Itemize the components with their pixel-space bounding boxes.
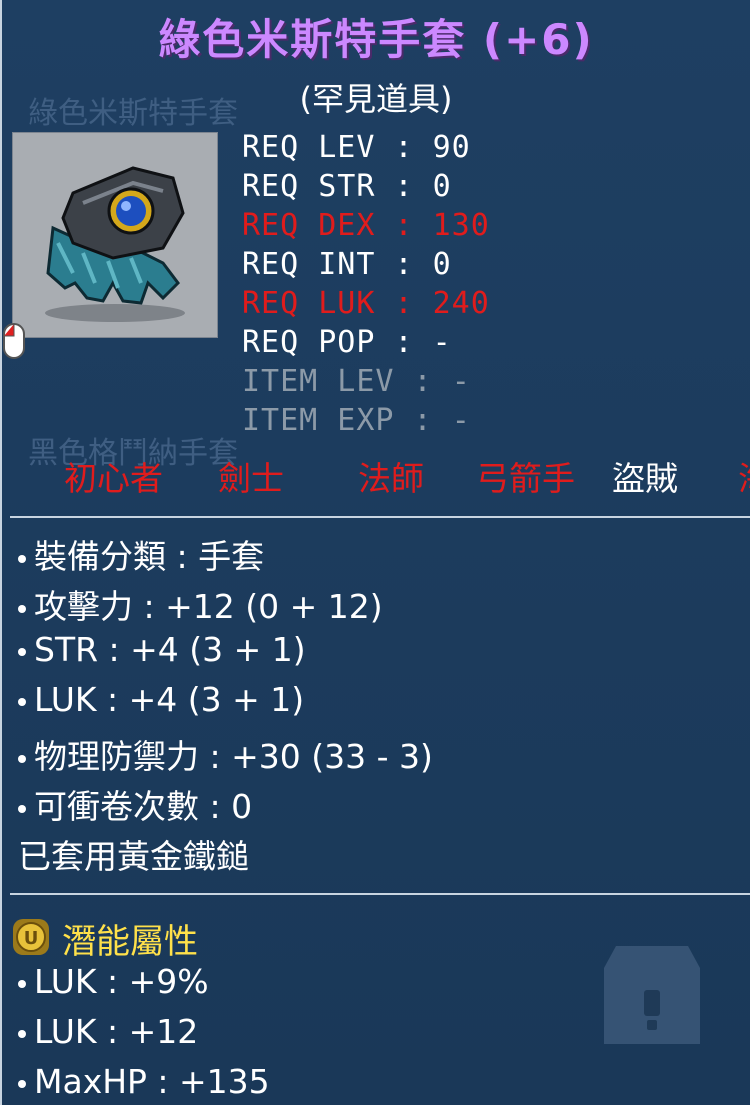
req-dex: REQ DEX : 130 (242, 208, 490, 243)
item-tooltip: 綠色米斯特手套 (+6) (罕見道具) 綠色米斯特手套 黑色格鬥納手套 REQ … (0, 0, 750, 1105)
stat-line: LUK : +4 (3 + 1) (18, 680, 304, 719)
item-exp: ITEM EXP : - (242, 403, 471, 438)
item-level: ITEM LEV : - (242, 364, 471, 399)
req-level: REQ LEV : 90 (242, 130, 471, 165)
background-ghost-text: 綠色米斯特手套 (28, 96, 238, 131)
potential-icon: U (12, 918, 50, 956)
svg-text:U: U (24, 928, 39, 949)
stat-line: 可衝卷次數 : 0 (18, 780, 252, 828)
job-pirate-clipped: 海 (738, 452, 750, 500)
job-magician: 法師 (358, 459, 424, 498)
divider (10, 893, 750, 895)
job-warrior: 劍士 (218, 459, 284, 498)
potential-line: LUK : +12 (18, 1012, 198, 1051)
job-bowman: 弓箭手 (476, 459, 575, 498)
divider (10, 516, 750, 518)
req-luk: REQ LUK : 240 (242, 286, 490, 321)
job-thief: 盜賊 (612, 459, 678, 498)
potential-title: 潛能屬性 (62, 922, 198, 962)
locked-box-icon (596, 938, 708, 1048)
item-title: 綠色米斯特手套 (+6) (158, 15, 594, 64)
glove-icon (45, 166, 185, 322)
req-int: REQ INT : 0 (242, 247, 452, 282)
enhancement-note: 已套用黃金鐵鎚 (18, 837, 249, 876)
mouse-cursor-icon (2, 322, 26, 362)
job-beginner: 初心者 (64, 459, 163, 498)
stat-line: 物理防禦力 : +30 (33 - 3) (18, 730, 433, 778)
stat-line: 裝備分類 : 手套 (18, 530, 264, 578)
req-pop: REQ POP : - (242, 325, 452, 360)
potential-line: LUK : +9% (18, 962, 209, 1001)
req-str: REQ STR : 0 (242, 169, 452, 204)
item-image-frame (12, 132, 218, 338)
potential-line: MaxHP : +135 (18, 1062, 270, 1101)
stat-line: STR : +4 (3 + 1) (18, 630, 306, 669)
stat-line: 攻擊力 : +12 (0 + 12) (18, 580, 383, 628)
